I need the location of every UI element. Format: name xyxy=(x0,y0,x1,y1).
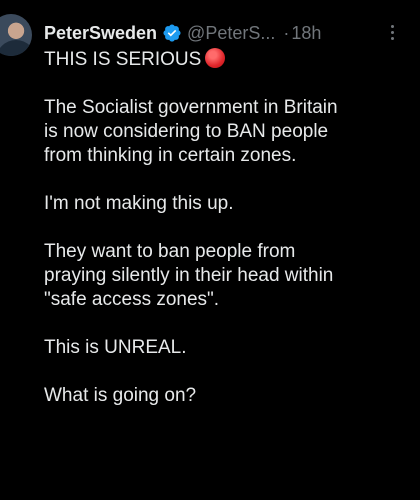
text-line: What is going on? xyxy=(44,385,197,406)
tweet-timestamp[interactable]: 18h xyxy=(291,23,321,44)
author-handle[interactable]: @PeterS... xyxy=(187,23,275,44)
headline-text: THIS IS SERIOUS xyxy=(44,49,202,70)
tweet-paragraph-3: They want to ban people from praying sil… xyxy=(44,240,410,312)
tweet-paragraph-2: I'm not making this up. xyxy=(44,192,410,216)
text-line: The Socialist government in Britain xyxy=(44,97,338,118)
avatar[interactable] xyxy=(0,14,32,56)
tweet-header: PeterSweden @PeterS... · 18h xyxy=(44,20,410,46)
text-line: from thinking in certain zones. xyxy=(44,145,297,166)
avatar-shirt xyxy=(0,40,32,56)
tweet-text: THIS IS SERIOUS The Socialist government… xyxy=(44,48,410,432)
text-line: "safe access zones". xyxy=(44,289,220,310)
text-line: praying silently in their head within xyxy=(44,265,334,286)
tweet-paragraph-1: The Socialist government in Britain is n… xyxy=(44,96,410,168)
text-line: This is UNREAL. xyxy=(44,337,187,358)
tweet-paragraph-5: What is going on? xyxy=(44,384,410,408)
red-circle-emoji xyxy=(205,48,226,68)
separator-dot: · xyxy=(283,22,290,43)
text-line: is now considering to BAN people xyxy=(44,121,329,142)
text-line: I'm not making this up. xyxy=(44,193,234,214)
author-display-name[interactable]: PeterSweden xyxy=(44,23,157,44)
verified-badge-icon xyxy=(162,23,182,43)
tweet-paragraph-4: This is UNREAL. xyxy=(44,336,410,360)
tweet-headline: THIS IS SERIOUS xyxy=(44,48,410,72)
more-options-icon[interactable] xyxy=(384,20,400,44)
tweet: PeterSweden @PeterS... · 18h THIS IS SER… xyxy=(0,0,420,500)
text-line: They want to ban people from xyxy=(44,241,296,262)
